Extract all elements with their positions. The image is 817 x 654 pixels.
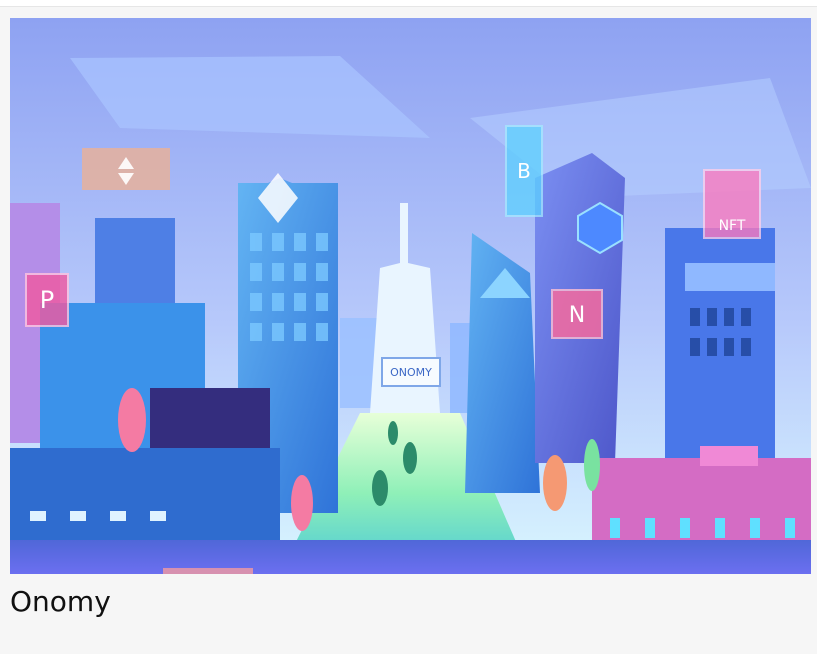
bottom-band [10,540,811,574]
top-divider [0,0,817,7]
tower-sign: ONOMY [390,366,432,379]
bitcoin-icon: B [517,159,531,183]
near-icon: N [569,303,585,328]
street-tree [372,470,388,506]
pink-roof-box [700,446,758,466]
orange-tree [543,455,567,511]
pink-tree [291,475,313,531]
city-illustration: ONOMY P B N NFT [10,18,811,574]
street-tree [403,442,417,474]
pink-tree [118,388,146,452]
bottom-sign-edge [163,568,253,574]
building-panel [685,263,775,291]
nft-label: NFT [719,218,746,234]
street-tree [388,421,398,445]
page: ONOMY P B N NFT Onomy [0,0,817,654]
left-mid-building [95,218,175,308]
green-tree [584,439,600,491]
onomy-city-image[interactable]: ONOMY P B N NFT [10,18,811,574]
card-title: Onomy [10,585,111,618]
polkadot-icon: P [40,286,54,314]
